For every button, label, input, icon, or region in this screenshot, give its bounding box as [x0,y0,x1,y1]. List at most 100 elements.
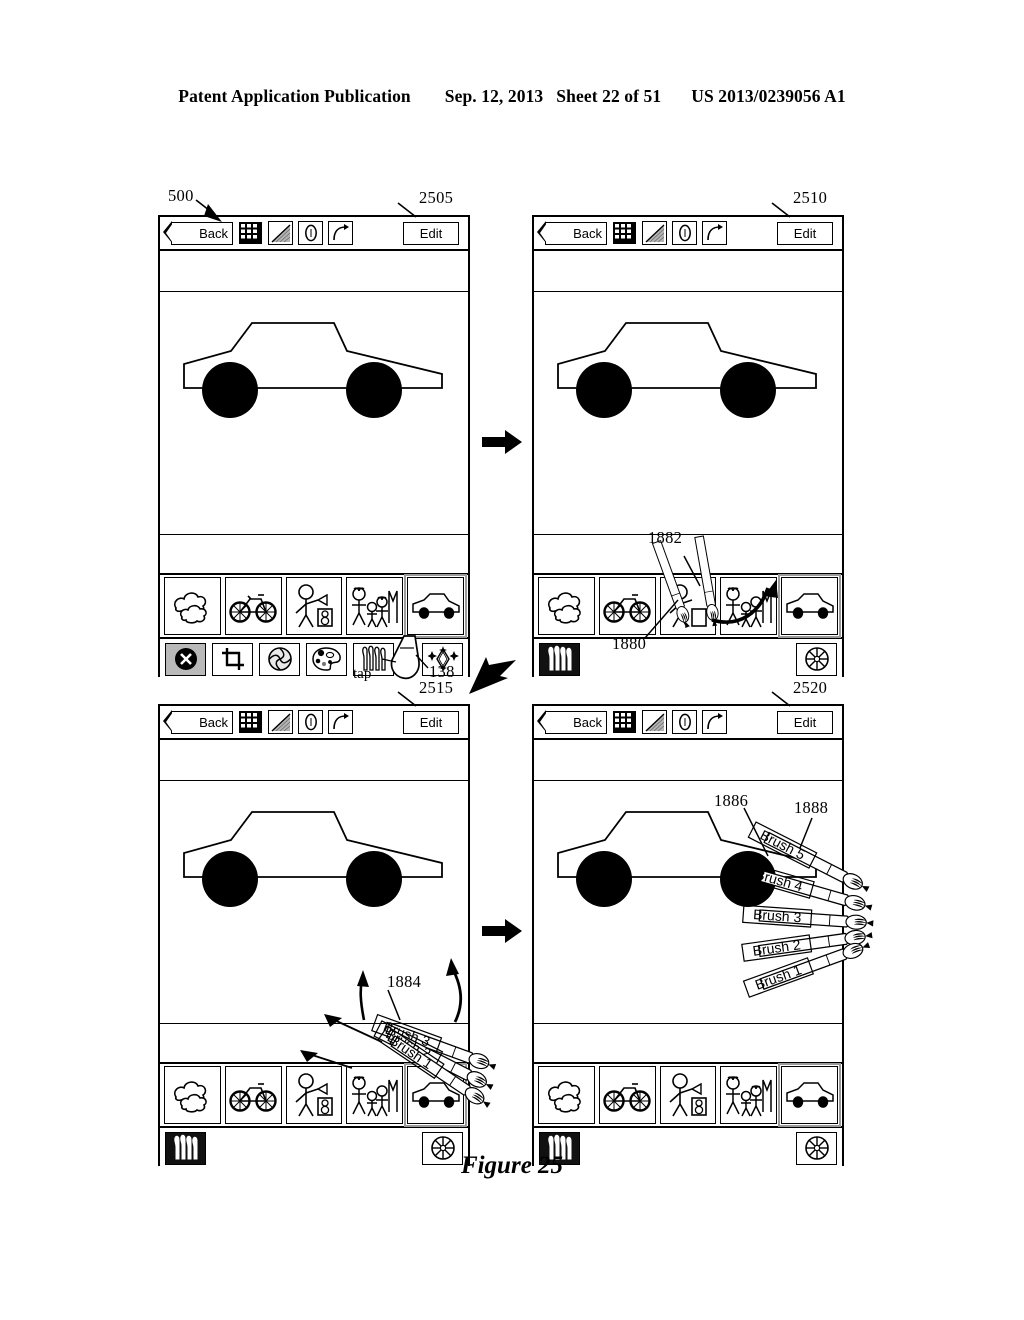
toolbar: Back Edit [160,217,468,251]
gradient-triangle-icon[interactable] [268,221,293,245]
tool-strip [160,639,468,679]
grid-pattern-icon[interactable] [612,710,637,734]
brushes-tool-active[interactable] [539,642,580,676]
edit-button[interactable]: Edit [777,221,833,245]
header-patent-number: US 2013/0239056 A1 [691,86,846,106]
sub-toolbar [160,251,468,292]
oval-zero-icon[interactable] [672,710,697,734]
color-wheel-tool[interactable] [796,642,837,676]
sub-toolbar [534,740,842,781]
curve-arrow-icon[interactable] [328,710,353,734]
car-drawing [557,811,817,907]
edit-button-label: Edit [419,714,443,730]
header-date: Sep. 12, 2013 [444,86,544,106]
thumbnail-clouds[interactable] [164,577,221,635]
back-button-label: Back [573,714,602,730]
thumbnail-strip [160,1063,468,1128]
close-tool[interactable] [165,642,206,676]
ref-1882: 1882 [648,528,683,547]
flow-arrow-right-top [482,430,522,454]
palette-tool[interactable] [306,642,347,676]
gradient-triangle-icon[interactable] [268,710,293,734]
thumbnail-car[interactable] [778,574,841,638]
ref-1884: 1884 [387,972,422,991]
thumbnail-bicycle[interactable] [598,1066,656,1124]
ref-1880: 1880 [612,634,647,653]
edit-button-label: Edit [419,225,443,241]
thumbnail-strip [534,574,842,639]
gradient-triangle-icon[interactable] [642,221,667,245]
drawing-canvas[interactable] [160,292,468,535]
back-button-label: Back [199,225,228,241]
flow-arrow-right-bottom [482,919,522,943]
thumbnail-clouds[interactable] [538,1066,595,1124]
canvas-lower-strip [534,535,842,575]
curve-arrow-icon[interactable] [328,221,353,245]
device-panel-2520: Back Edit [532,704,844,1168]
back-button[interactable]: Back [163,220,233,245]
curve-arrow-icon[interactable] [702,710,727,734]
sub-toolbar [160,740,468,781]
figure-caption: Figure 25 [460,1152,564,1179]
ref-500: 500 [168,186,194,205]
thumbnail-strip [160,574,468,639]
thumbnail-stick-figure[interactable] [285,1066,343,1124]
car-drawing [183,322,443,418]
thumbnail-bicycle[interactable] [224,577,282,635]
grid-pattern-icon[interactable] [238,710,263,734]
page-header: Patent Application Publication Sep. 12, … [0,86,1024,107]
thumbnail-car[interactable] [404,1063,467,1127]
oval-zero-icon[interactable] [298,221,323,245]
thumbnail-stick-family[interactable] [720,1066,778,1124]
thumbnail-stick-figure[interactable] [659,1066,717,1124]
oval-zero-icon[interactable] [298,710,323,734]
toolbar: Back Edit [534,706,842,740]
edit-button[interactable]: Edit [777,710,833,734]
thumbnail-stick-family[interactable] [346,1066,404,1124]
crop-tool[interactable] [212,642,253,676]
flow-arrow-diagonal [469,657,516,694]
tool-strip-collapsed [534,639,842,679]
back-button[interactable]: Back [163,709,233,734]
thumbnail-car[interactable] [778,1063,841,1127]
drawing-canvas[interactable] [160,781,468,1024]
grid-pattern-icon[interactable] [238,221,263,245]
device-panel-2515: Back Edit [158,704,470,1168]
gradient-triangle-icon[interactable] [642,710,667,734]
device-panel-2505: Back Edit [158,215,470,679]
edit-button[interactable]: Edit [403,221,459,245]
thumbnail-stick-figure[interactable] [659,577,717,635]
oval-zero-icon[interactable] [672,221,697,245]
tap-label: tap [353,666,372,682]
curve-arrow-icon[interactable] [702,221,727,245]
thumbnail-bicycle[interactable] [224,1066,282,1124]
header-publication: Patent Application Publication [178,86,411,106]
thumbnail-clouds[interactable] [164,1066,221,1124]
back-button[interactable]: Back [537,709,607,734]
ref-1888: 1888 [794,798,829,817]
device-panel-2510: Back Edit [532,215,844,679]
thumbnail-bicycle[interactable] [598,577,656,635]
leader-500 [195,199,215,215]
thumbnail-clouds[interactable] [538,577,595,635]
annotation-overlay: Brush 3 Brush 2 Brush 1 Brush 5 Brush 4 … [195,199,875,1112]
back-button[interactable]: Back [537,220,607,245]
canvas-lower-strip [160,1024,468,1064]
thumbnail-stick-family[interactable] [720,577,778,635]
thumbnail-stick-family[interactable] [346,577,404,635]
ref-2510: 2510 [793,188,828,207]
header-sheet: Sheet 22 of 51 [556,86,662,106]
back-button-label: Back [199,714,228,730]
ref-138: 138 [429,662,455,681]
toolbar: Back Edit [534,217,842,251]
thumbnail-car[interactable] [404,574,467,638]
camera-tool[interactable] [259,642,300,676]
back-button-label: Back [573,225,602,241]
drawing-canvas[interactable] [534,292,842,535]
ref-1886: 1886 [714,791,749,810]
edit-button-label: Edit [793,225,817,241]
grid-pattern-icon[interactable] [612,221,637,245]
sub-toolbar [534,251,842,292]
thumbnail-stick-figure[interactable] [285,577,343,635]
edit-button[interactable]: Edit [403,710,459,734]
